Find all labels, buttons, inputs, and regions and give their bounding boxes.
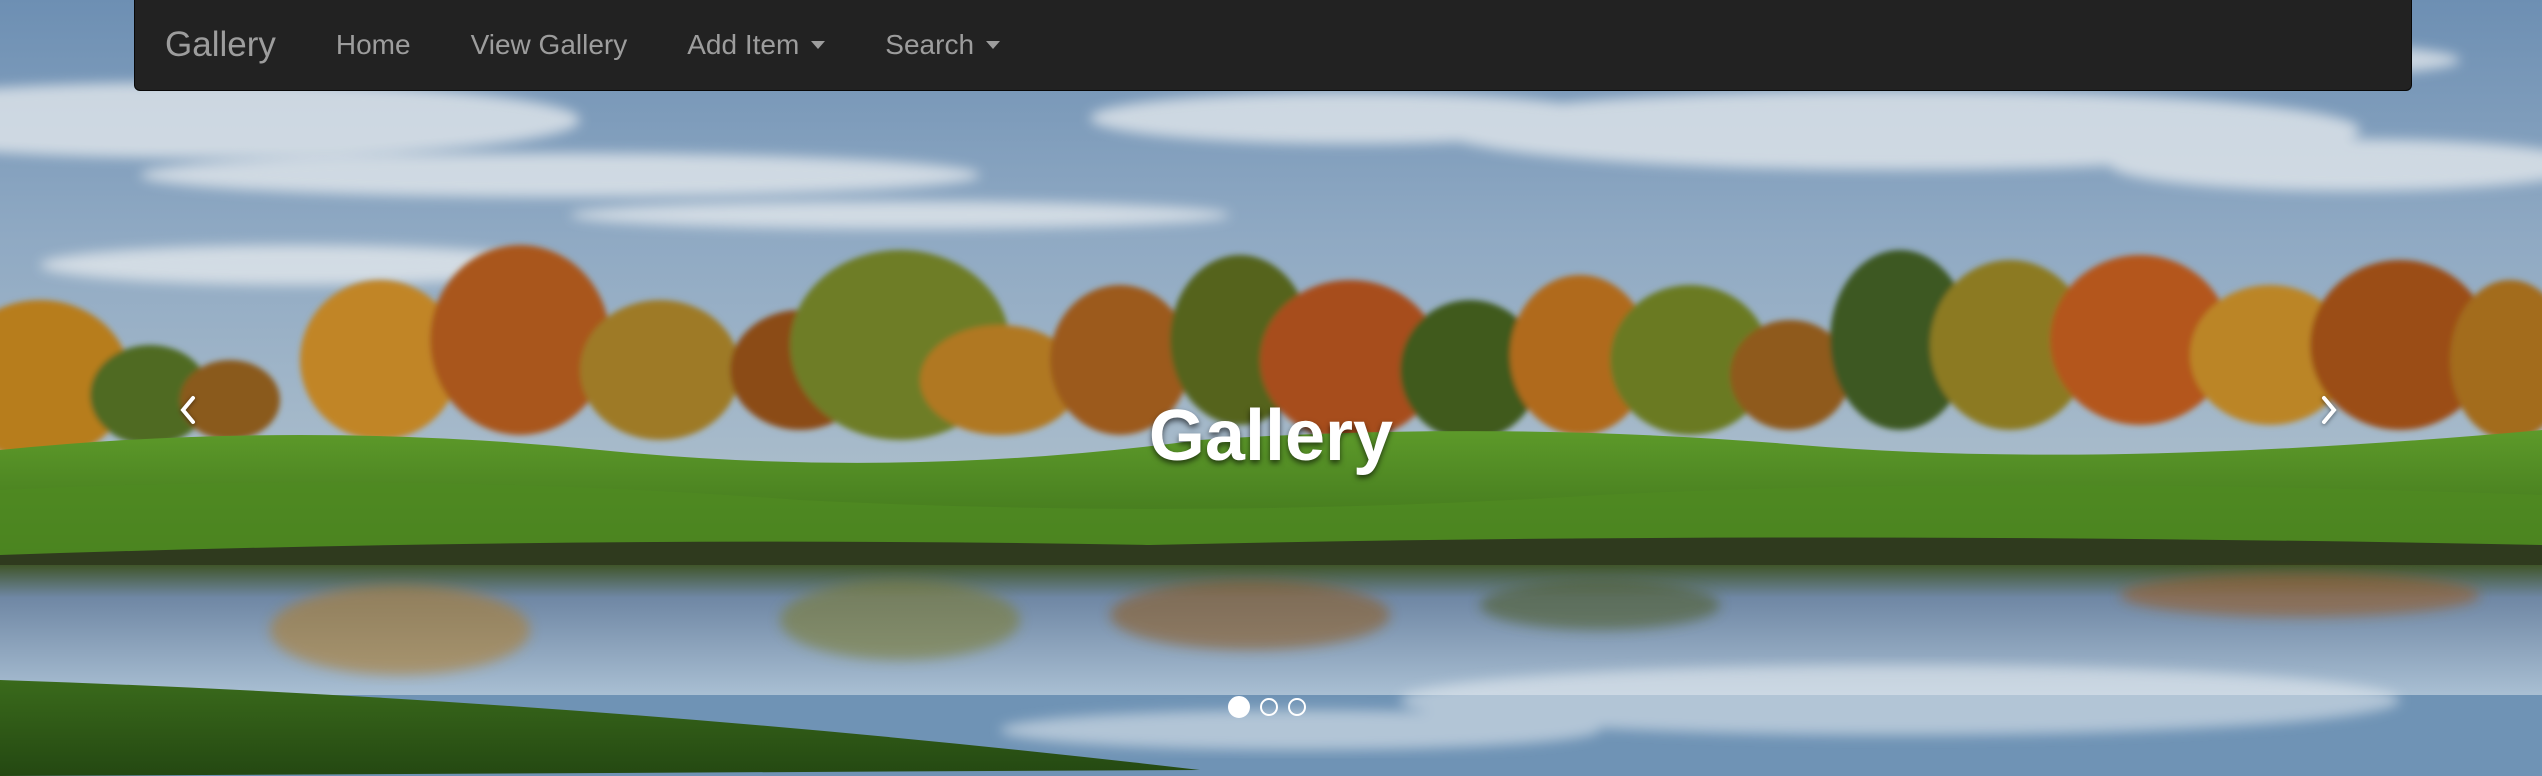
carousel-next-button[interactable] bbox=[2300, 380, 2360, 440]
nav-item-label: Add Item bbox=[687, 29, 800, 60]
top-navbar: Gallery Home View Gallery Add Item Searc… bbox=[134, 0, 2412, 91]
carousel-caption: Gallery bbox=[1148, 396, 1394, 476]
nav-item-search-dropdown[interactable]: Search bbox=[855, 0, 1030, 91]
golf-course-landscape-image bbox=[0, 0, 2542, 776]
nav-item-view-gallery[interactable]: View Gallery bbox=[441, 0, 658, 91]
nav-item-home[interactable]: Home bbox=[306, 0, 441, 91]
nav-item-label: Search bbox=[885, 29, 975, 60]
caret-down-icon bbox=[811, 41, 826, 49]
carousel-prev-button[interactable] bbox=[157, 380, 217, 440]
nav-item-label: Home bbox=[335, 29, 411, 60]
chevron-right-icon bbox=[2322, 396, 2337, 424]
chevron-left-icon bbox=[180, 396, 195, 424]
navbar-brand[interactable]: Gallery bbox=[165, 25, 276, 65]
hero-carousel: Gallery bbox=[0, 0, 2542, 776]
carousel-indicators bbox=[1228, 696, 1306, 718]
nav-item-add-item-dropdown[interactable]: Add Item bbox=[657, 0, 855, 91]
carousel-indicator-3[interactable] bbox=[1288, 698, 1306, 716]
carousel-indicator-2[interactable] bbox=[1260, 698, 1278, 716]
carousel-indicator-1[interactable] bbox=[1228, 696, 1250, 718]
nav-item-label: View Gallery bbox=[470, 29, 628, 60]
caret-down-icon bbox=[986, 41, 1001, 49]
